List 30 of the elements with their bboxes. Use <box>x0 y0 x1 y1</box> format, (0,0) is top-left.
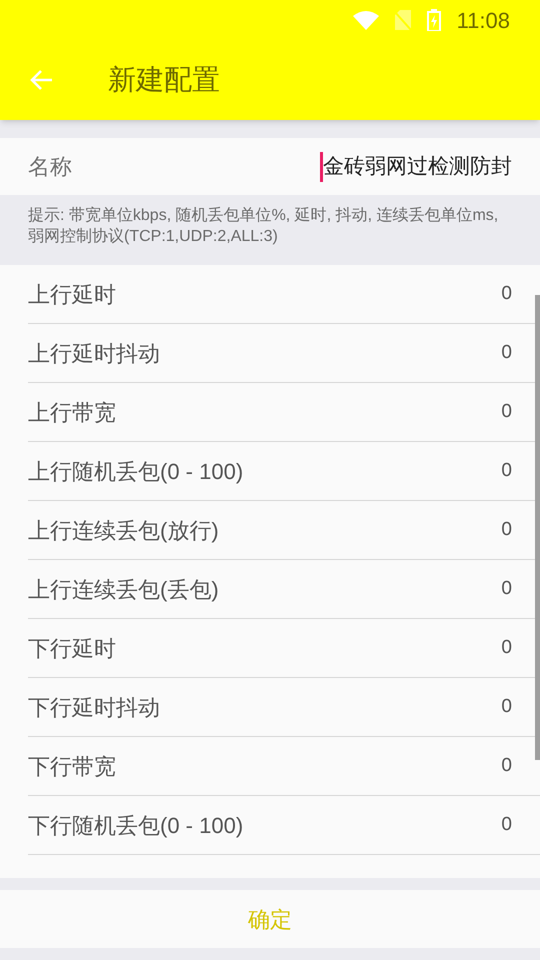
hint-text: 提示: 带宽单位kbps, 随机丢包单位%, 延时, 抖动, 连续丢包单位ms, 弱网控制协议(TCP:1,UDP:2,ALL:3) <box>28 206 500 247</box>
toolbar-title: 新建配置 <box>108 63 220 97</box>
setting-label: 上行延时 <box>28 280 116 308</box>
back-arrow-icon <box>30 68 54 92</box>
battery-icon <box>426 9 441 31</box>
text-cursor <box>320 152 323 182</box>
setting-label: 下行延时抖动 <box>28 694 160 722</box>
setting-value[interactable]: 0 <box>501 516 512 544</box>
setting-value[interactable]: 0 <box>501 634 512 662</box>
setting-value[interactable]: 0 <box>501 398 512 426</box>
setting-value[interactable]: 0 <box>501 752 512 780</box>
setting-label: 下行延时 <box>28 634 116 662</box>
setting-value[interactable]: 0 <box>501 692 512 722</box>
setting-value[interactable]: 0 <box>501 456 512 486</box>
setting-label: 下行随机丢包(0 - 100) <box>28 812 244 840</box>
clock: 11:08 <box>456 6 510 34</box>
wifi-icon <box>352 10 379 30</box>
field-label: 名称 <box>28 153 72 181</box>
setting-label: 上行延时抖动 <box>28 340 160 368</box>
no-sim-icon <box>394 10 411 30</box>
setting-value[interactable]: 0 <box>501 810 512 840</box>
setting-value[interactable]: 0 <box>501 280 512 308</box>
setting-value[interactable]: 0 <box>501 574 512 604</box>
setting-label: 上行带宽 <box>28 398 116 426</box>
setting-label: 下行带宽 <box>28 752 116 780</box>
name-field[interactable]: 金砖弱网过检测防封 <box>320 150 512 182</box>
setting-value[interactable]: 0 <box>501 338 512 368</box>
setting-label: 上行连续丢包(放行) <box>28 516 219 544</box>
setting-label: 上行连续丢包(丢包) <box>28 576 219 604</box>
setting-label: 上行随机丢包(0 - 100) <box>28 458 244 486</box>
